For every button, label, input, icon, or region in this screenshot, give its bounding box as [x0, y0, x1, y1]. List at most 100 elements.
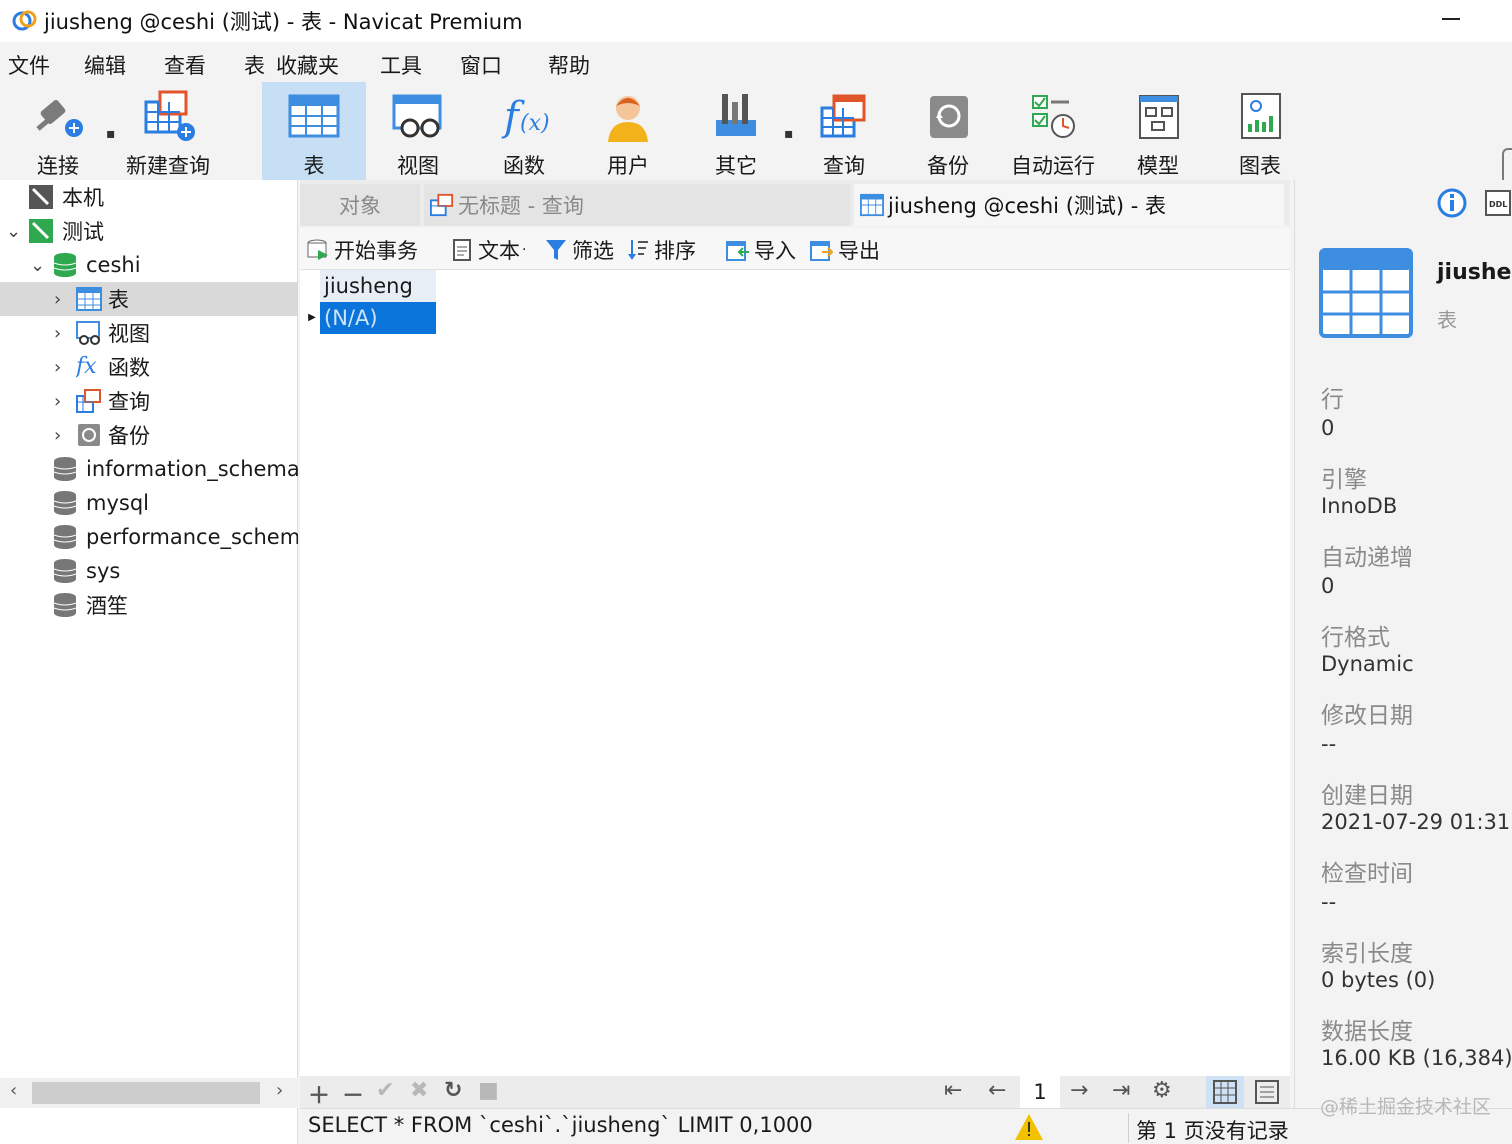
- menu-view[interactable]: 查看: [164, 50, 206, 80]
- menu-tools[interactable]: 工具: [380, 50, 422, 80]
- tree-item-queries[interactable]: › 查询: [0, 384, 298, 418]
- previous-page-icon[interactable]: ←: [988, 1078, 1006, 1103]
- tree-item-db-performance-schema[interactable]: performance_schema: [0, 520, 298, 554]
- other-button[interactable]: 其它: [698, 82, 774, 180]
- tree-label-mysql: mysql: [86, 491, 149, 515]
- begin-transaction-button[interactable]: 开始事务: [306, 234, 418, 266]
- tree-item-db-ceshi[interactable]: ⌄ ceshi: [0, 248, 298, 282]
- plug-icon: [30, 88, 86, 144]
- model-label: 模型: [1137, 154, 1179, 178]
- chart-button[interactable]: 图表: [1222, 82, 1298, 180]
- stop-icon[interactable]: ■: [478, 1078, 499, 1103]
- warning-icon[interactable]: [1014, 1113, 1044, 1144]
- tree-horizontal-scrollbar[interactable]: ‹ ›: [0, 1078, 298, 1108]
- connect-button[interactable]: 连接: [22, 82, 94, 180]
- refresh-icon[interactable]: ↻: [444, 1078, 462, 1103]
- tree-item-test-connection[interactable]: ⌄ 测试: [0, 214, 298, 248]
- text-label: 文本: [478, 239, 520, 263]
- tree-item-views[interactable]: › 视图: [0, 316, 298, 350]
- chevron-right-icon[interactable]: ›: [54, 323, 61, 344]
- form-view-button[interactable]: [1248, 1076, 1286, 1108]
- data-length-label: 数据长度: [1321, 1019, 1413, 1045]
- filter-funnel-icon: [544, 238, 568, 262]
- autorun-button[interactable]: 自动运行: [1006, 82, 1100, 180]
- tab-table-jiusheng[interactable]: jiusheng @ceshi (测试) - 表: [854, 184, 1284, 226]
- import-button[interactable]: 导入: [726, 234, 796, 266]
- table-large-icon: [1319, 248, 1413, 338]
- function-button[interactable]: f (x) 函数: [486, 82, 562, 180]
- menu-window[interactable]: 窗口: [460, 50, 502, 80]
- text-dropdown-icon[interactable]: ·: [522, 242, 526, 258]
- tab-objects[interactable]: 对象: [300, 184, 420, 226]
- column-header-jiusheng[interactable]: jiusheng: [320, 270, 436, 302]
- check-time-value: --: [1321, 890, 1337, 914]
- other-dropdown-icon[interactable]: ▪: [784, 126, 794, 142]
- scroll-left-icon[interactable]: ‹: [10, 1080, 17, 1101]
- tree-label-queries: 查询: [108, 390, 150, 414]
- scroll-right-icon[interactable]: ›: [276, 1080, 283, 1101]
- filter-label: 筛选: [572, 239, 614, 263]
- tree-item-db-mysql[interactable]: mysql: [0, 486, 298, 520]
- chevron-right-icon[interactable]: ›: [54, 391, 61, 412]
- auto-increment-value: 0: [1321, 574, 1335, 598]
- model-button[interactable]: 模型: [1120, 82, 1196, 180]
- export-button[interactable]: 导出: [810, 234, 880, 266]
- backup-icon: [920, 88, 976, 144]
- function-label: 函数: [503, 154, 545, 178]
- settings-gear-icon[interactable]: ⚙: [1152, 1078, 1172, 1103]
- tree-item-local[interactable]: 本机: [0, 180, 298, 214]
- chevron-right-icon[interactable]: ›: [54, 357, 61, 378]
- tab-objects-label: 对象: [339, 194, 381, 218]
- grid-view-button[interactable]: [1206, 1076, 1244, 1108]
- scrollbar-thumb[interactable]: [32, 1082, 260, 1104]
- user-button[interactable]: 用户: [590, 82, 666, 180]
- created-date-value: 2021-07-29 01:31:2: [1321, 810, 1512, 834]
- rows-label: 行: [1321, 387, 1344, 413]
- new-query-button[interactable]: 新建查询: [122, 82, 214, 180]
- tab-untitled-query[interactable]: 无标题 - 查询: [424, 184, 850, 226]
- sort-button[interactable]: 排序: [626, 234, 696, 266]
- menu-edit[interactable]: 编辑: [84, 50, 126, 80]
- apply-changes-icon[interactable]: ✔: [376, 1078, 394, 1103]
- discard-changes-icon[interactable]: ✖: [410, 1078, 428, 1103]
- text-button[interactable]: 文本 ·: [450, 234, 526, 266]
- query-button[interactable]: 查询: [806, 82, 882, 180]
- tree-item-db-sys[interactable]: sys: [0, 554, 298, 588]
- last-page-icon[interactable]: ⇥: [1112, 1078, 1130, 1103]
- tree-item-tables[interactable]: › 表: [0, 282, 298, 316]
- backup-button[interactable]: 备份: [910, 82, 986, 180]
- tree-item-db-jiuzhan[interactable]: 酒笙: [0, 588, 298, 622]
- ddl-icon[interactable]: DDL: [1483, 188, 1512, 222]
- chevron-right-icon[interactable]: ›: [54, 425, 61, 446]
- tree-item-backups[interactable]: › 备份: [0, 418, 298, 452]
- chevron-right-icon[interactable]: ›: [54, 289, 61, 310]
- new-query-label: 新建查询: [126, 154, 210, 178]
- tree-item-functions[interactable]: › fx 函数: [0, 350, 298, 384]
- add-record-icon[interactable]: ＋: [308, 1078, 330, 1110]
- chevron-down-icon[interactable]: ⌄: [30, 255, 45, 276]
- function-fx-icon: f (x): [496, 88, 552, 144]
- tools-icon: [708, 88, 764, 144]
- tree-label-test: 测试: [62, 220, 104, 244]
- view-button[interactable]: 视图: [380, 82, 456, 180]
- tree-label-functions: 函数: [108, 356, 150, 380]
- next-page-icon[interactable]: →: [1070, 1078, 1088, 1103]
- delete-record-icon[interactable]: －: [342, 1078, 364, 1110]
- object-name: jiusheng: [1437, 260, 1512, 285]
- record-nav-bar: ＋ － ✔ ✖ ↻ ■ ⇤ ← 1 → ⇥ ⚙: [300, 1076, 1290, 1110]
- connect-dropdown-icon[interactable]: ▪: [106, 126, 116, 142]
- table-button[interactable]: 表: [262, 82, 366, 180]
- menu-favorites[interactable]: 收藏夹: [276, 50, 339, 80]
- menu-help[interactable]: 帮助: [548, 50, 590, 80]
- menu-file[interactable]: 文件: [8, 50, 50, 80]
- menu-table[interactable]: 表: [244, 50, 265, 80]
- grid-cell-selected[interactable]: (N/A): [320, 302, 436, 334]
- info-icon[interactable]: [1437, 188, 1467, 222]
- first-page-icon[interactable]: ⇤: [944, 1078, 962, 1103]
- chevron-down-icon[interactable]: ⌄: [6, 221, 21, 242]
- tree-item-db-information-schema[interactable]: information_schema: [0, 452, 298, 486]
- form-view-icon: [1255, 1080, 1279, 1104]
- minimize-button[interactable]: [1442, 18, 1460, 20]
- filter-button[interactable]: 筛选: [544, 234, 614, 266]
- page-number-input[interactable]: 1: [1020, 1076, 1060, 1108]
